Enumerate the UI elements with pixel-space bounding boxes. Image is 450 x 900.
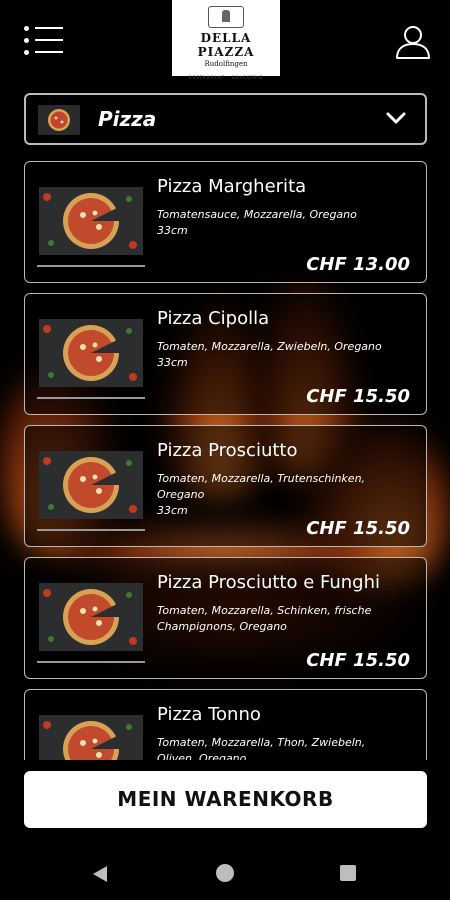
app-header: DELLA PIAZZA Rudolfingen RESTAURANT · BR… xyxy=(0,0,450,88)
product-ingredients: Tomaten, Mozzarella, Schinken, frische C… xyxy=(157,604,372,633)
product-price: CHF 13.00 xyxy=(306,254,410,275)
system-navigation-bar xyxy=(0,845,450,900)
menu-dot xyxy=(24,38,29,43)
product-title: Pizza Prosciutto xyxy=(157,440,298,461)
product-title: Pizza Tonno xyxy=(157,704,261,725)
product-ingredients: Tomaten, Mozzarella, Trutenschinken, Ore… xyxy=(157,472,366,501)
user-icon[interactable] xyxy=(393,22,433,62)
product-card[interactable]: Pizza Prosciutto e Funghi Tomaten, Mozza… xyxy=(24,557,427,679)
product-description: Tomaten, Mozzarella, Schinken, frische C… xyxy=(157,603,407,635)
product-title: Pizza Prosciutto e Funghi xyxy=(157,572,381,593)
product-ingredients: Tomaten, Mozzarella, Thon, Zwiebeln, Oli… xyxy=(157,736,366,760)
product-description: Tomaten, Mozzarella, Thon, Zwiebeln, Oli… xyxy=(157,735,407,760)
product-price: CHF 15.50 xyxy=(306,650,410,671)
product-price: CHF 15.50 xyxy=(306,386,410,407)
category-pizza-thumbnail xyxy=(38,105,80,135)
pizza-image xyxy=(39,451,143,519)
product-size: 33cm xyxy=(157,504,188,517)
product-card[interactable]: Pizza Prosciutto Tomaten, Mozzarella, Tr… xyxy=(24,425,427,547)
product-description: Tomatensauce, Mozzarella, Oregano 33cm xyxy=(157,207,407,239)
image-underline xyxy=(37,265,145,267)
logo-subtitle: RESTAURANT · BRASSERIE xyxy=(188,75,264,80)
product-price: CHF 15.50 xyxy=(306,518,410,539)
product-list[interactable]: Pizza Margherita Tomatensauce, Mozzarell… xyxy=(24,160,427,760)
product-size: 33cm xyxy=(157,224,188,237)
menu-dot xyxy=(24,26,29,31)
menu-list-icon[interactable] xyxy=(24,26,64,56)
menu-line xyxy=(35,39,63,41)
pizza-image xyxy=(39,319,143,387)
image-underline xyxy=(37,661,145,663)
menu-line xyxy=(35,51,63,53)
product-card[interactable]: Pizza Tonno Tomaten, Mozzarella, Thon, Z… xyxy=(24,689,427,760)
back-triangle-icon[interactable] xyxy=(92,865,108,883)
product-title: Pizza Cipolla xyxy=(157,308,270,329)
product-ingredients: Tomatensauce, Mozzarella, Oregano xyxy=(157,208,357,221)
product-ingredients: Tomaten, Mozzarella, Zwiebeln, Oregano xyxy=(157,340,382,353)
product-title: Pizza Margherita xyxy=(157,176,307,197)
logo-town: Rudolfingen xyxy=(204,60,248,68)
product-description: Tomaten, Mozzarella, Trutenschinken, Ore… xyxy=(157,471,407,519)
recent-square-icon[interactable] xyxy=(340,865,356,881)
home-circle-icon[interactable] xyxy=(216,864,234,882)
product-card[interactable]: Pizza Margherita Tomatensauce, Mozzarell… xyxy=(24,161,427,283)
image-underline xyxy=(37,529,145,531)
category-select[interactable]: Pizza xyxy=(24,93,427,145)
logo-crest-icon xyxy=(208,6,244,28)
chevron-down-icon xyxy=(386,112,406,124)
product-description: Tomaten, Mozzarella, Zwiebeln, Oregano 3… xyxy=(157,339,407,371)
cart-button[interactable]: MEIN WARENKORB xyxy=(24,771,427,828)
pizza-image xyxy=(39,187,143,255)
logo-name: DELLA PIAZZA xyxy=(197,31,255,59)
category-label: Pizza xyxy=(98,107,157,131)
product-size: 33cm xyxy=(157,356,188,369)
product-card[interactable]: Pizza Cipolla Tomaten, Mozzarella, Zwieb… xyxy=(24,293,427,415)
restaurant-logo[interactable]: DELLA PIAZZA Rudolfingen RESTAURANT · BR… xyxy=(172,0,280,80)
menu-dot xyxy=(24,50,29,55)
image-underline xyxy=(37,397,145,399)
pizza-image xyxy=(39,715,143,760)
menu-line xyxy=(35,27,63,29)
pizza-image xyxy=(39,583,143,651)
